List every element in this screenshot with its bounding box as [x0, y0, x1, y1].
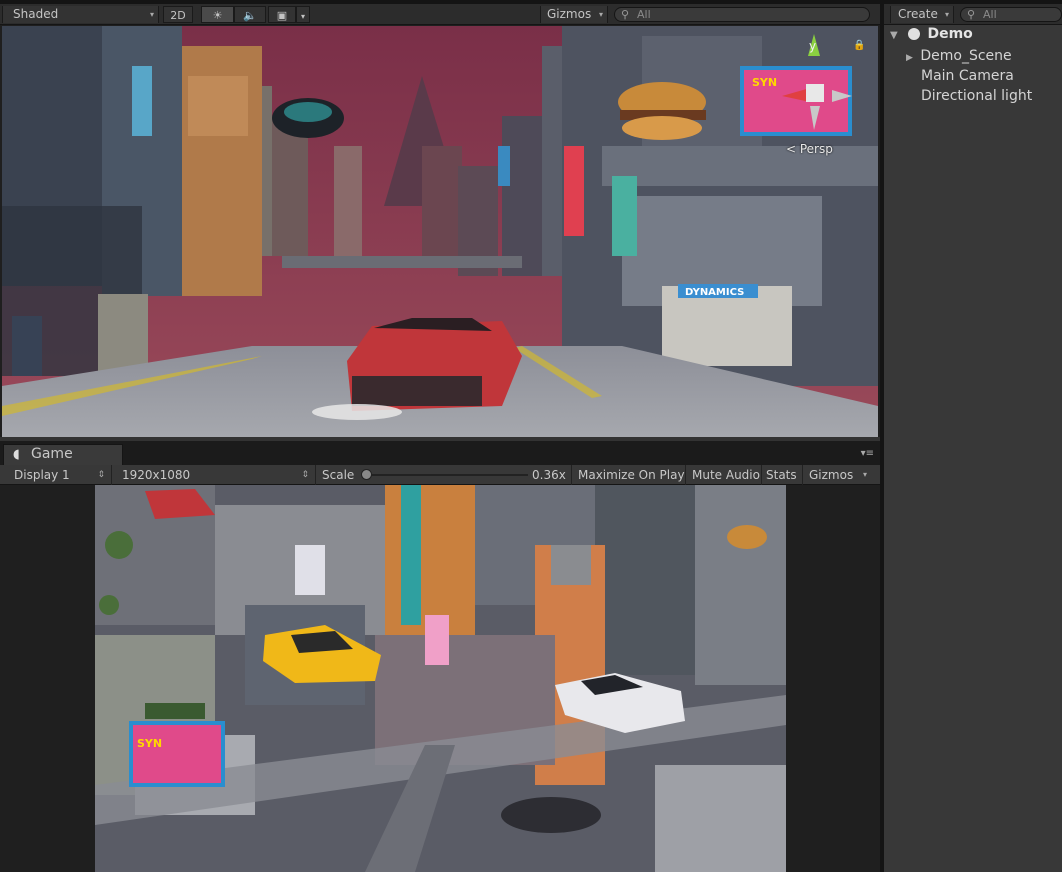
- game-billboard-text: SYN: [137, 737, 162, 750]
- tab-game[interactable]: ◖ Game: [3, 444, 123, 465]
- create-dropdown[interactable]: Create ▾: [890, 6, 954, 23]
- game-tab-bar: ◖ Game ▾≡: [0, 441, 880, 465]
- scale-slider-thumb[interactable]: [361, 469, 372, 480]
- hierarchy-item-label: Directional light: [921, 88, 1033, 104]
- gizmo-y-axis-label: y: [809, 39, 816, 53]
- hierarchy-item-main-camera[interactable]: Main Camera: [921, 68, 1014, 84]
- scale-value: 0.36x: [530, 465, 572, 485]
- scene-dynamics-sign: DYNAMICS: [685, 287, 744, 298]
- maximize-on-play-toggle[interactable]: Maximize On Play: [572, 465, 686, 485]
- chevron-down-icon: ▾: [598, 10, 603, 19]
- chevron-down-icon: ▾: [862, 470, 867, 479]
- hierarchy-item-demo-scene[interactable]: ▶ Demo_Scene: [906, 48, 1012, 64]
- hierarchy-item-directional-light[interactable]: Directional light: [921, 88, 1032, 104]
- 2d-toggle-button[interactable]: 2D: [163, 6, 193, 23]
- sun-icon: ☀: [212, 9, 223, 22]
- display-dropdown[interactable]: Display 1 ⇕: [0, 465, 112, 485]
- lock-icon[interactable]: 🔒: [853, 40, 865, 51]
- chevron-down-icon: ▾: [300, 12, 305, 21]
- image-icon: ▣: [276, 9, 288, 22]
- hierarchy-scene-root[interactable]: ▼ Demo: [890, 26, 973, 46]
- hierarchy-panel: ▼ Demo ▶ Demo_Scene Main Camera Directio…: [884, 4, 1062, 872]
- panel-menu-icon[interactable]: ▾≡: [861, 449, 874, 459]
- resolution-label: 1920x1080: [122, 468, 191, 482]
- display-label: Display 1: [14, 468, 70, 482]
- scene-audio-toggle[interactable]: 🔈: [234, 6, 266, 23]
- mute-audio-toggle[interactable]: Mute Audio: [686, 465, 762, 485]
- speaker-icon: 🔈: [243, 9, 257, 22]
- bottle-prop: [498, 146, 510, 186]
- game-render: SYN: [95, 485, 786, 872]
- gizmos-label: Gizmos: [547, 7, 592, 21]
- scene-effects-toggle[interactable]: ▣: [268, 6, 296, 23]
- game-tab-label: Game: [31, 446, 73, 462]
- search-icon: ⚲: [967, 8, 976, 21]
- shading-mode-dropdown[interactable]: Shaded ▾: [2, 6, 159, 23]
- projection-toggle[interactable]: < Persp: [786, 142, 833, 156]
- hierarchy-search-placeholder: All: [983, 8, 997, 21]
- chevron-down-icon: ▾: [149, 10, 154, 19]
- burger-prop: [618, 82, 706, 140]
- pacman-icon: ◖: [13, 447, 20, 462]
- hierarchy-search-input[interactable]: ⚲ All: [960, 7, 1062, 22]
- right-buildings: SYN DYNAMICS: [562, 26, 878, 386]
- scene-billboard-text: SYN: [752, 76, 777, 89]
- burger-prop: [727, 525, 767, 549]
- game-toolbar: Display 1 ⇕ 1920x1080 ⇕ Scale 0.36x Maxi…: [0, 465, 880, 485]
- scene-toolbar: Shaded ▾ 2D ☀ 🔈 ▣ ▾ Gizmos ▾ ⚲ All: [0, 4, 880, 25]
- scene-name: Demo: [927, 26, 973, 42]
- scale-label: Scale: [322, 468, 355, 482]
- overpass-bridge: [282, 256, 522, 268]
- game-gizmos-dropdown[interactable]: Gizmos ▾: [803, 465, 869, 485]
- hierarchy-item-label: Main Camera: [921, 68, 1014, 84]
- create-label: Create: [898, 7, 938, 21]
- search-icon: ⚲: [621, 8, 630, 21]
- expand-arrow-icon[interactable]: ▼: [890, 30, 898, 41]
- hierarchy-item-label: Demo_Scene: [920, 48, 1012, 64]
- scene-render: SYN DYNAMICS y: [2, 26, 878, 437]
- game-viewport[interactable]: SYN: [95, 485, 786, 872]
- updown-icon: ⇕: [301, 470, 309, 480]
- expand-arrow-icon[interactable]: ▶: [906, 53, 913, 63]
- scene-search-placeholder: All: [637, 8, 651, 21]
- chevron-down-icon: ▾: [944, 10, 949, 19]
- shading-mode-label: Shaded: [13, 7, 59, 21]
- scale-slider-track[interactable]: [363, 474, 528, 476]
- scene-search-input[interactable]: ⚲ All: [614, 7, 870, 22]
- hierarchy-toolbar: Create ▾ ⚲ All: [884, 4, 1062, 25]
- scene-gizmos-dropdown[interactable]: Gizmos ▾: [540, 6, 608, 23]
- effects-dropdown-button[interactable]: ▾: [296, 6, 310, 23]
- game-billboard: SYN: [129, 721, 225, 787]
- resolution-dropdown[interactable]: 1920x1080 ⇕: [112, 465, 316, 485]
- unity-scene-icon: [907, 28, 920, 40]
- car-shadow: [501, 797, 601, 833]
- updown-icon: ⇕: [97, 470, 105, 480]
- stats-toggle[interactable]: Stats: [762, 465, 803, 485]
- scene-viewport[interactable]: SYN DYNAMICS y: [2, 26, 878, 437]
- scene-lighting-toggle[interactable]: ☀: [201, 6, 234, 23]
- gizmos-label: Gizmos: [809, 468, 854, 482]
